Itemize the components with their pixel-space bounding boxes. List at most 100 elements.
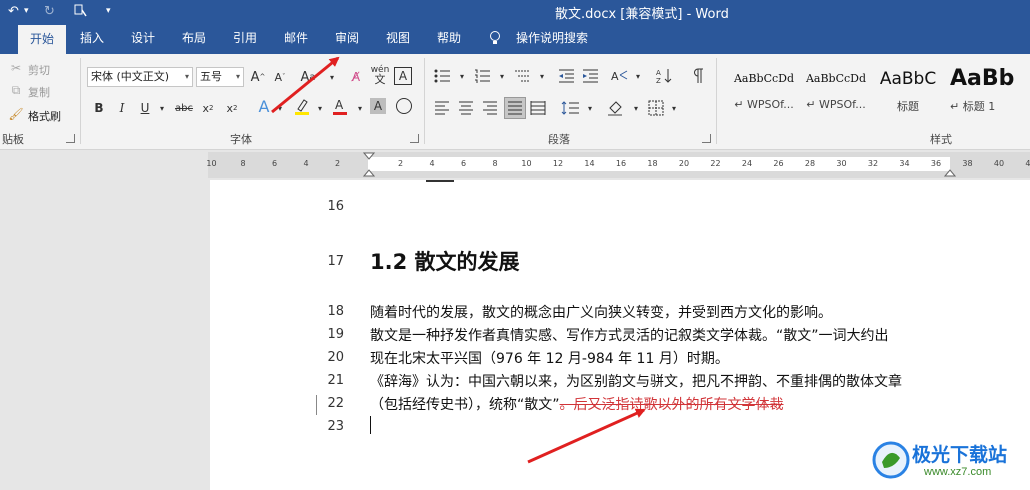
- undo-dropdown-icon[interactable]: ▾: [24, 0, 29, 22]
- paragraph-group-label: 段落: [548, 133, 570, 146]
- group-divider: [80, 58, 81, 144]
- tracked-deletion[interactable]: 。后又泛指诗歌以外的所有文学体裁: [560, 397, 784, 413]
- subscript-button[interactable]: x2: [198, 98, 218, 118]
- bullets-dropdown-icon[interactable]: ▾: [452, 66, 472, 86]
- paragraph-mark-icon: ↵: [950, 100, 963, 113]
- enclose-characters-icon[interactable]: [394, 96, 414, 116]
- font-color-dropdown-icon[interactable]: ▾: [350, 98, 370, 118]
- scissors-icon[interactable]: ✂: [8, 58, 24, 78]
- dropdown-chevron-icon[interactable]: ▾: [322, 67, 342, 87]
- tab-view[interactable]: 视图: [376, 22, 420, 54]
- ruler-tick: 24: [741, 159, 753, 168]
- bold-button[interactable]: B: [89, 98, 109, 118]
- horizontal-ruler[interactable]: 10 8 6 4 2 2 4 6 8 10 12 14 16 18 20 22 24 26 28 30 32 34 36 38…: [206, 152, 1030, 178]
- undo-icon[interactable]: ↶: [8, 0, 19, 22]
- right-indent-marker-icon[interactable]: [944, 164, 956, 178]
- decrease-indent-icon[interactable]: [556, 66, 576, 86]
- style-item-wpsoffice-2[interactable]: AaBbCcDd ↵ WPSOf...: [800, 60, 872, 122]
- style-item-wpsoffice-1[interactable]: AaBbCcDd ↵ WPSOf...: [728, 60, 800, 122]
- asian-layout-dropdown-icon[interactable]: ▾: [628, 66, 648, 86]
- font-name-combo[interactable]: 宋体 (中文正文) ▾: [87, 67, 193, 87]
- copy-button[interactable]: 复制: [28, 84, 50, 100]
- tab-mailings[interactable]: 邮件: [274, 22, 318, 54]
- site-watermark: 极光下载站 www.xz7.com: [872, 436, 1030, 490]
- sort-icon[interactable]: AZ: [654, 66, 674, 86]
- svg-text:A: A: [656, 69, 661, 77]
- redo-icon[interactable]: ↻: [44, 0, 55, 22]
- touch-mode-icon[interactable]: [74, 0, 88, 22]
- style-item-heading-1[interactable]: AaBb ↵ 标题 1: [944, 60, 1030, 122]
- styles-group-label: 样式: [930, 133, 952, 146]
- clipboard-group-label: 贴板: [2, 133, 24, 146]
- watermark-name: 极光下载站: [912, 444, 1008, 466]
- multilevel-dropdown-icon[interactable]: ▾: [532, 66, 552, 86]
- align-center-icon[interactable]: [456, 98, 476, 118]
- line-spacing-dropdown-icon[interactable]: ▾: [580, 98, 600, 118]
- asian-layout-icon[interactable]: A: [610, 66, 630, 86]
- increase-indent-icon[interactable]: [580, 66, 600, 86]
- section-heading[interactable]: 1.2 散文的发展: [370, 246, 520, 276]
- style-item-heading[interactable]: AaBbC 标题: [872, 60, 944, 122]
- tab-design[interactable]: 设计: [121, 22, 165, 54]
- group-divider: [716, 58, 717, 144]
- cut-button[interactable]: 剪切: [28, 62, 50, 78]
- borders-icon[interactable]: [646, 98, 666, 118]
- tab-insert[interactable]: 插入: [70, 22, 114, 54]
- paragraph-launcher-icon[interactable]: [702, 134, 711, 143]
- underline-dropdown-icon[interactable]: ▾: [152, 98, 172, 118]
- clipboard-launcher-icon[interactable]: [66, 134, 75, 143]
- svg-text:A: A: [335, 98, 344, 112]
- group-divider: [424, 58, 425, 144]
- character-border-icon[interactable]: A: [394, 67, 412, 85]
- change-bar[interactable]: [316, 395, 317, 415]
- numbering-icon[interactable]: [472, 66, 492, 86]
- align-right-icon[interactable]: [480, 98, 500, 118]
- borders-dropdown-icon[interactable]: ▾: [664, 98, 684, 118]
- highlight-icon[interactable]: [292, 96, 312, 116]
- tell-me-search[interactable]: 操作说明搜索: [510, 22, 594, 54]
- format-painter-button[interactable]: 格式刷: [28, 108, 61, 124]
- ruler-tick: 42: [1025, 159, 1030, 168]
- tab-references[interactable]: 引用: [223, 22, 267, 54]
- body-text-line[interactable]: 随着时代的发展，散文的概念由广义向狭义转变，并受到西方文化的影响。: [370, 302, 832, 322]
- shading-icon[interactable]: [606, 98, 626, 118]
- text-effects-dropdown-icon[interactable]: ▾: [270, 98, 290, 118]
- justify-icon[interactable]: [504, 97, 526, 119]
- italic-button[interactable]: I: [112, 98, 132, 118]
- phonetic-guide-icon[interactable]: wén 文: [370, 65, 390, 86]
- copy-icon[interactable]: ⧉: [8, 80, 24, 100]
- grow-font-icon[interactable]: A ^: [248, 67, 268, 87]
- font-size-combo[interactable]: 五号 ▾: [196, 67, 244, 87]
- distributed-icon[interactable]: [528, 98, 548, 118]
- highlight-dropdown-icon[interactable]: ▾: [310, 98, 330, 118]
- bullets-icon[interactable]: [432, 66, 452, 86]
- change-case-icon[interactable]: Aa: [298, 67, 318, 87]
- body-text-line[interactable]: （包括经传史书），统称“散文”。后又泛指诗歌以外的所有文学体裁: [370, 394, 784, 414]
- numbering-dropdown-icon[interactable]: ▾: [492, 66, 512, 86]
- multilevel-list-icon[interactable]: [512, 66, 532, 86]
- customize-toolbar-icon[interactable]: ▾: [106, 0, 111, 22]
- body-text-line[interactable]: 现在北宋太平兴国（976 年 12 月-984 年 11 月）时期。: [370, 348, 729, 368]
- body-text-line[interactable]: 散文是一种抒发作者真情实感、写作方式灵活的记叙类文学体裁。“散文”一词大约出: [370, 325, 889, 345]
- superscript-button[interactable]: x2: [222, 98, 242, 118]
- strikethrough-button[interactable]: abc: [174, 98, 194, 118]
- font-launcher-icon[interactable]: [410, 134, 419, 143]
- font-color-icon[interactable]: A: [330, 96, 350, 116]
- clear-formatting-icon[interactable]: A̸: [346, 67, 366, 87]
- character-shading-icon[interactable]: A: [370, 98, 386, 114]
- ruler-tick: 30: [836, 159, 847, 168]
- show-formatting-marks-icon[interactable]: [688, 66, 708, 86]
- line-spacing-icon[interactable]: [560, 98, 580, 118]
- body-text-segment[interactable]: （包括经传史书），统称“散文”: [370, 397, 560, 413]
- shrink-font-icon[interactable]: Aˇ: [270, 67, 290, 87]
- align-left-icon[interactable]: [432, 98, 452, 118]
- tab-home[interactable]: 开始: [18, 25, 66, 54]
- tab-help[interactable]: 帮助: [427, 22, 471, 54]
- format-painter-icon[interactable]: 🖌: [8, 104, 24, 124]
- indent-marker-icon[interactable]: [363, 152, 375, 178]
- tab-layout[interactable]: 布局: [172, 22, 216, 54]
- tab-review[interactable]: 审阅: [325, 22, 369, 54]
- ruler-tick: 2: [397, 159, 404, 168]
- body-text-line[interactable]: 《辞海》认为：中国六朝以来，为区别韵文与骈文，把凡不押韵、不重排偶的散体文章: [370, 371, 902, 391]
- shading-dropdown-icon[interactable]: ▾: [626, 98, 646, 118]
